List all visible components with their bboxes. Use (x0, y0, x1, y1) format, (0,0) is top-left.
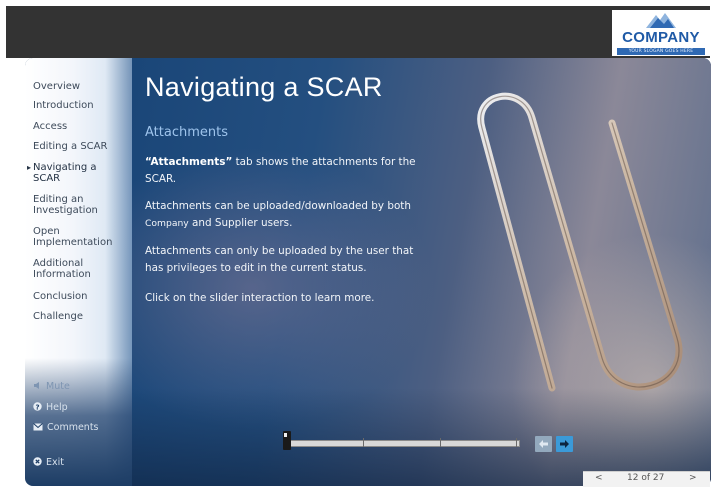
nav-label-line1: Editing an (33, 194, 84, 205)
exit-button[interactable]: Exit (33, 457, 64, 468)
close-circle-icon (33, 457, 42, 466)
nav-item-introduction[interactable]: Introduction (33, 100, 94, 111)
nav-label-line2: Investigation (33, 205, 98, 216)
help-label: Help (46, 402, 68, 413)
mute-button[interactable]: Mute (33, 381, 70, 392)
mountain-logo-icon (646, 13, 676, 28)
arrow-left-icon (539, 440, 548, 448)
help-icon: ? (33, 402, 42, 411)
nav-item-access[interactable]: Access (33, 121, 67, 132)
paragraph-4: Click on the slider interaction to learn… (145, 292, 375, 304)
sidebar: Overview Introduction Access Editing a S… (25, 58, 132, 486)
nav-label-line2: Implementation (33, 237, 113, 248)
paragraph-2: Attachments can be uploaded/downloaded b… (145, 198, 433, 232)
pager-next-button[interactable]: > (689, 473, 697, 483)
paragraph-1: “Attachments” tab shows the attachments … (145, 154, 433, 188)
logo-slogan: YOUR SLOGAN GOES HERE (617, 48, 705, 55)
arrow-right-icon (560, 440, 569, 448)
course-frame: Overview Introduction Access Editing a S… (25, 58, 711, 486)
previous-step-button[interactable] (535, 436, 552, 452)
mute-label: Mute (46, 381, 70, 392)
slider-track[interactable] (286, 440, 520, 447)
nav-label-line2: Information (33, 269, 91, 280)
nav-item-editing-a-scar[interactable]: Editing a SCAR (33, 141, 107, 152)
nav-label-line1: Additional (33, 258, 84, 269)
nav-item-overview[interactable]: Overview (33, 81, 80, 92)
paragraph-2-text-b: and Supplier users. (188, 217, 293, 229)
help-button[interactable]: ? Help (33, 402, 68, 413)
nav-item-conclusion[interactable]: Conclusion (33, 291, 88, 302)
speaker-icon (34, 382, 39, 389)
pager-position: 12 of 27 (627, 473, 665, 483)
nav-item-additional-information[interactable]: Additional Information (33, 258, 91, 280)
slider-interaction[interactable] (283, 431, 520, 450)
nav-item-challenge[interactable]: Challenge (33, 311, 83, 322)
pager-prev-button[interactable]: < (595, 473, 603, 483)
page-navigator: < 12 of 27 > (583, 471, 710, 487)
page-title: Navigating a SCAR (145, 72, 383, 102)
company-logo: COMPANY YOUR SLOGAN GOES HERE (612, 10, 710, 56)
slider-tick (440, 438, 441, 447)
company-word: Company (145, 218, 189, 229)
slider-thumb[interactable] (283, 431, 291, 450)
nav-item-navigating-a-scar[interactable]: ▸ Navigating a SCAR (27, 162, 97, 184)
nav-label-line1: Open (33, 226, 60, 237)
next-step-button[interactable] (556, 436, 573, 452)
logo-name: COMPANY (622, 29, 700, 46)
attachments-term: “Attachments” (145, 156, 233, 168)
nav-label-line1: Navigating a (33, 162, 97, 173)
comments-label: Comments (47, 422, 99, 433)
slider-tick (516, 438, 517, 447)
paragraph-2-text-a: Attachments can be uploaded/downloaded b… (145, 200, 411, 212)
section-title: Attachments (145, 125, 228, 140)
svg-text:?: ? (35, 403, 39, 411)
paragraph-3: Attachments can only be uploaded by the … (145, 245, 414, 274)
top-bar (6, 6, 710, 58)
comments-button[interactable]: Comments (33, 422, 99, 433)
nav-item-open-implementation[interactable]: Open Implementation (33, 226, 112, 248)
nav-label-line2: SCAR (33, 173, 61, 184)
exit-label: Exit (46, 457, 64, 468)
slider-tick (363, 438, 364, 447)
envelope-icon (33, 423, 43, 431)
nav-item-editing-an-investigation[interactable]: Editing an Investigation (33, 194, 98, 216)
active-bullet-icon: ▸ (27, 163, 32, 172)
